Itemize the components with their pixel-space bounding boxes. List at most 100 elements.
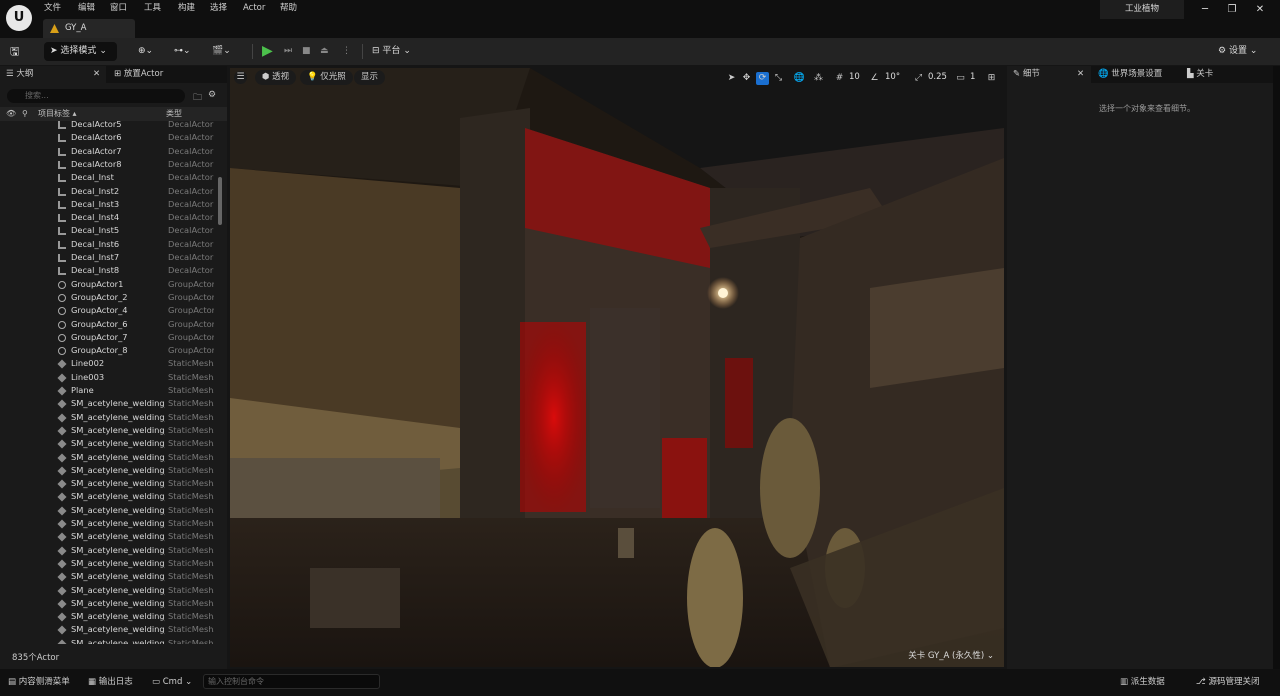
list-item[interactable]: Decal_Inst5 DecalActor: [0, 224, 216, 237]
platform-button[interactable]: ⊟ 平台 ⌄: [372, 42, 411, 61]
level-indicator[interactable]: 关卡 GY_A (永久性) ⌄: [908, 649, 994, 661]
perspective-button[interactable]: ⬢ 透视: [255, 70, 297, 85]
surface-snap-icon[interactable]: ⁂: [812, 72, 825, 85]
search-input[interactable]: 搜索...: [7, 89, 185, 103]
list-item[interactable]: SM_acetylene_welding_StaticMeshA: [0, 464, 216, 477]
list-item[interactable]: SM_acetylene_welding_StaticMeshA: [0, 557, 216, 570]
grid-snap-value[interactable]: 10: [849, 72, 860, 82]
list-item[interactable]: DecalActor8 DecalActor: [0, 158, 216, 171]
list-item[interactable]: SM_acetylene_welding_StaticMeshA: [0, 544, 216, 557]
scale-snap-icon[interactable]: ⤢: [912, 72, 925, 85]
visibility-icon[interactable]: 👁: [6, 107, 16, 121]
unreal-logo-icon[interactable]: U: [6, 5, 32, 31]
list-item[interactable]: DecalActor5 DecalActor: [0, 121, 216, 131]
console-input[interactable]: 输入控制台命令: [203, 674, 380, 689]
list-item[interactable]: GroupActor_2 GroupActor: [0, 291, 216, 304]
world-local-icon[interactable]: 🌐: [793, 72, 806, 85]
gear-icon[interactable]: ⚙: [208, 90, 216, 100]
cmd-button[interactable]: ▭ Cmd ⌄: [152, 675, 192, 689]
play-icon[interactable]: ▶: [262, 43, 278, 59]
list-item[interactable]: GroupActor_4 GroupActor: [0, 304, 216, 317]
menu-item[interactable]: Actor: [243, 2, 265, 15]
list-item[interactable]: SM_acetylene_welding_StaticMeshA: [0, 637, 216, 644]
list-item[interactable]: SM_acetylene_welding_StaticMeshA: [0, 584, 216, 597]
stop-icon[interactable]: ■: [302, 42, 311, 61]
grid-snap-icon[interactable]: #: [833, 72, 846, 85]
list-item[interactable]: GroupActor_6 GroupActor: [0, 318, 216, 331]
tab-world-settings[interactable]: 🌐 世界场景设置: [1091, 66, 1183, 83]
rotate-tool-icon[interactable]: ⟳: [756, 72, 769, 85]
list-item[interactable]: SM_acetylene_welding_StaticMeshA: [0, 623, 216, 636]
settings-button[interactable]: ⚙ 设置 ⌄: [1218, 42, 1257, 61]
tab-level[interactable]: ▙ 关卡: [1183, 66, 1273, 83]
list-item[interactable]: Decal_Inst DecalActor: [0, 171, 216, 184]
view-mode-button[interactable]: 💡 仅光照: [300, 70, 353, 85]
close-icon[interactable]: ✕: [1250, 2, 1270, 17]
maximize-icon[interactable]: ❐: [1222, 2, 1242, 17]
list-item[interactable]: Line002 StaticMeshA: [0, 357, 216, 370]
list-item[interactable]: SM_acetylene_welding_StaticMeshA: [0, 570, 216, 583]
list-item[interactable]: Plane StaticMeshA: [0, 384, 216, 397]
save-icon[interactable]: 🖫: [10, 42, 19, 61]
menu-item[interactable]: 窗口: [110, 2, 127, 15]
viewport-menu-icon[interactable]: ☰: [234, 71, 247, 84]
eject-icon[interactable]: ⏏: [320, 42, 329, 61]
add-content-icon[interactable]: ⊕⌄: [138, 42, 153, 61]
list-item[interactable]: Line003 StaticMeshA: [0, 371, 216, 384]
blueprint-icon[interactable]: ⊶⌄: [174, 42, 191, 61]
list-item[interactable]: SM_acetylene_welding_StaticMeshA: [0, 437, 216, 450]
menu-item[interactable]: 工具: [144, 2, 161, 15]
list-item[interactable]: DecalActor6 DecalActor: [0, 131, 216, 144]
column-type-header[interactable]: 类型: [166, 107, 182, 121]
tab-details[interactable]: ✎ 细节: [1013, 66, 1040, 83]
rotation-snap-icon[interactable]: ∠: [868, 72, 881, 85]
close-tab-icon[interactable]: ✕: [93, 66, 100, 83]
pin-icon[interactable]: ⚲: [22, 107, 28, 121]
list-item[interactable]: SM_acetylene_welding_StaticMeshA: [0, 397, 216, 410]
minimize-icon[interactable]: ─: [1195, 2, 1215, 17]
list-item[interactable]: SM_acetylene_welding_StaticMeshA: [0, 490, 216, 503]
translate-tool-icon[interactable]: ✥: [740, 72, 753, 85]
menu-item[interactable]: 选择: [210, 2, 227, 15]
camera-speed-value[interactable]: 1: [970, 72, 975, 82]
select-tool-icon[interactable]: ➤: [725, 72, 738, 85]
list-item[interactable]: SM_acetylene_welding_StaticMeshA: [0, 424, 216, 437]
scale-snap-value[interactable]: 0.25: [928, 72, 947, 82]
list-item[interactable]: Decal_Inst3 DecalActor: [0, 198, 216, 211]
list-item[interactable]: GroupActor_8 GroupActor: [0, 344, 216, 357]
document-tab[interactable]: GY_A: [43, 19, 135, 38]
level-viewport[interactable]: ☰ ⬢ 透视 💡 仅光照 显示 ➤ ✥ ⟳ ⤡ 🌐 ⁂ # 10 ∠ 10° ⤢…: [230, 68, 1004, 667]
camera-speed-icon[interactable]: ▭: [954, 72, 967, 85]
list-item[interactable]: Decal_Inst4 DecalActor: [0, 211, 216, 224]
list-item[interactable]: SM_acetylene_welding_StaticMeshA: [0, 517, 216, 530]
menu-item[interactable]: 构建: [178, 2, 195, 15]
menu-item[interactable]: 编辑: [78, 2, 95, 15]
menu-item[interactable]: 帮助: [280, 2, 297, 15]
list-item[interactable]: GroupActor_7 GroupActor: [0, 331, 216, 344]
menu-item[interactable]: 文件: [44, 2, 61, 15]
source-control-button[interactable]: ⎇ 源码管理关闭: [1196, 675, 1260, 689]
list-item[interactable]: GroupActor1 GroupActor: [0, 278, 216, 291]
list-item[interactable]: Decal_Inst7 DecalActor: [0, 251, 216, 264]
content-drawer-button[interactable]: ▤ 内容侧滑菜单: [8, 675, 70, 689]
list-item[interactable]: SM_acetylene_welding_StaticMeshA: [0, 504, 216, 517]
output-log-button[interactable]: ▦ 输出日志: [88, 675, 133, 689]
layout-icon[interactable]: ⊞: [985, 72, 998, 85]
list-item[interactable]: Decal_Inst6 DecalActor: [0, 238, 216, 251]
list-item[interactable]: Decal_Inst8 DecalActor: [0, 264, 216, 277]
list-item[interactable]: SM_acetylene_welding_StaticMeshA: [0, 530, 216, 543]
cinematics-icon[interactable]: 🎬⌄: [212, 42, 231, 61]
list-item[interactable]: SM_acetylene_welding_StaticMeshA: [0, 411, 216, 424]
list-item[interactable]: SM_acetylene_welding_StaticMeshA: [0, 477, 216, 490]
derived-data-button[interactable]: ▥ 派生数据: [1120, 675, 1165, 689]
list-item[interactable]: DecalActor7 DecalActor: [0, 145, 216, 158]
tab-place-actor[interactable]: ⊞ 放置Actor: [106, 66, 227, 83]
more-options-icon[interactable]: ⋮: [342, 42, 351, 61]
list-item[interactable]: SM_acetylene_welding_StaticMeshA: [0, 451, 216, 464]
list-item[interactable]: SM_acetylene_welding_StaticMeshA: [0, 597, 216, 610]
step-icon[interactable]: ⏭: [284, 42, 292, 61]
close-tab-icon[interactable]: ✕: [1077, 66, 1084, 83]
show-button[interactable]: 显示: [354, 70, 386, 85]
list-item[interactable]: Decal_Inst2 DecalActor: [0, 185, 216, 198]
column-label-header[interactable]: 项目标签 ▴: [38, 107, 77, 121]
